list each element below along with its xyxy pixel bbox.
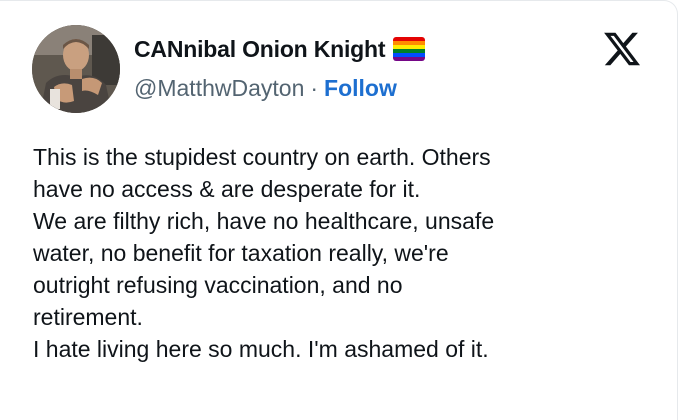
author-name-row: CANnibal Onion Knight xyxy=(134,34,426,64)
author-display-name[interactable]: CANnibal Onion Knight xyxy=(134,36,386,63)
tweet-line: This is the stupidest country on earth. … xyxy=(33,144,491,170)
tweet-line: I hate living here so much. I'm ashamed … xyxy=(33,336,489,362)
rainbow-flag-icon xyxy=(393,37,426,61)
tweet-line: have no access & are desperate for it. xyxy=(33,176,421,202)
avatar-photo xyxy=(32,25,120,113)
author-handle[interactable]: @MatthwDayton xyxy=(134,75,304,102)
separator-dot: · xyxy=(310,75,319,101)
tweet-card: CANnibal Onion Knight @MatthwDayton · Fo… xyxy=(0,0,678,420)
avatar[interactable] xyxy=(32,25,120,113)
tweet-line: retirement. xyxy=(33,304,143,330)
tweet-line: water, no benefit for taxation really, w… xyxy=(33,240,449,266)
follow-button[interactable]: Follow xyxy=(324,75,397,102)
tweet-text: This is the stupidest country on earth. … xyxy=(33,141,653,365)
x-logo-icon[interactable] xyxy=(602,29,642,69)
tweet-line: We are filthy rich, have no healthcare, … xyxy=(33,208,495,234)
tweet-line: outright refusing vaccination, and no xyxy=(33,272,403,298)
author-handle-row: @MatthwDayton · Follow xyxy=(134,75,397,102)
